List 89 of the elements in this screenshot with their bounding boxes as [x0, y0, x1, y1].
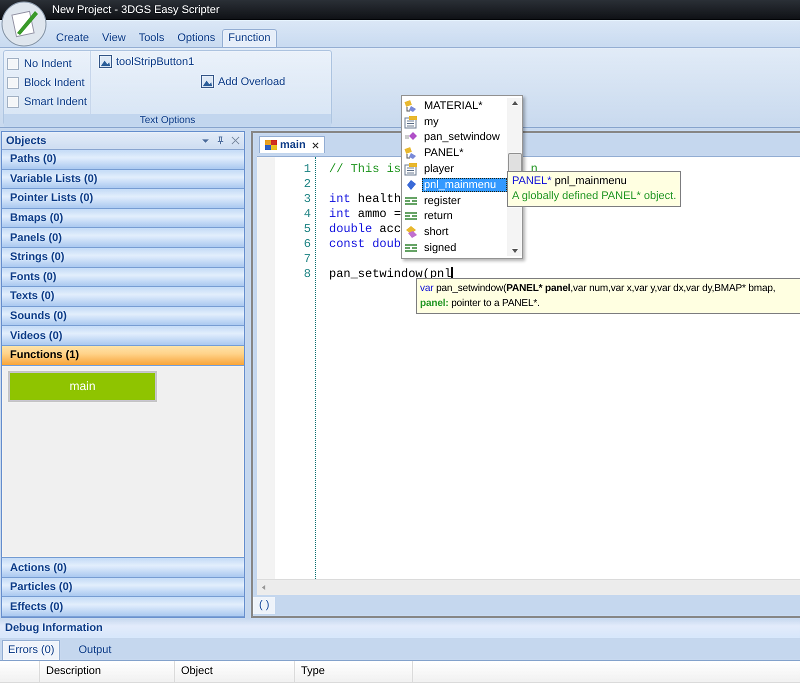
category-header[interactable]: Videos (0): [2, 326, 244, 346]
output-tab[interactable]: Output: [72, 640, 118, 660]
category-header[interactable]: Paths (0): [2, 150, 244, 170]
category-header[interactable]: Functions (1): [2, 346, 244, 366]
ribbon-tab[interactable]: Tools: [132, 29, 170, 47]
toolbar-button[interactable]: toolStripButton1: [96, 54, 196, 69]
autocomplete-item[interactable]: signed: [404, 240, 507, 256]
line-number: 5: [302, 222, 312, 237]
autocomplete-item[interactable]: return: [404, 208, 507, 224]
item-label: pnl_mainmenu: [422, 178, 507, 192]
checkbox[interactable]: [7, 76, 19, 88]
autocomplete-item[interactable]: register: [404, 192, 507, 209]
code-line: double acc: [329, 222, 402, 236]
category-header[interactable]: Panels (0): [2, 228, 244, 248]
code-line: int ammo =: [329, 207, 402, 221]
pin-icon[interactable]: [216, 136, 225, 145]
item-label: register: [423, 194, 462, 208]
picture-icon: [98, 55, 112, 68]
scroll-down-icon[interactable]: [510, 248, 518, 254]
line-number: 6: [302, 237, 312, 252]
line-number: 3: [302, 192, 312, 207]
autocomplete-item[interactable]: player: [404, 161, 507, 177]
output-tab[interactable]: Errors (0): [2, 640, 60, 660]
code-line: // This is: [329, 162, 402, 176]
item-label: my: [423, 114, 440, 129]
horizontal-scrollbar[interactable]: [257, 579, 800, 595]
close-icon[interactable]: [312, 142, 319, 148]
category-header[interactable]: Effects (0): [2, 597, 244, 617]
column-header[interactable]: Type: [295, 661, 413, 682]
category-header[interactable]: Sounds (0): [2, 306, 244, 326]
toolbar-button[interactable]: Add Overload: [198, 74, 288, 89]
ribbon-tab[interactable]: View: [96, 29, 132, 47]
item-label: player: [423, 162, 455, 176]
checkbox-option[interactable]: No Indent: [7, 55, 87, 72]
category-header[interactable]: Texts (0): [2, 287, 244, 307]
category-header[interactable]: Actions (0): [2, 558, 244, 578]
group-label: Text Options: [4, 114, 331, 127]
column-header[interactable]: Description: [40, 661, 175, 682]
category-header[interactable]: Strings (0): [2, 248, 244, 268]
checkbox[interactable]: [7, 58, 19, 70]
document-icon: [265, 139, 277, 151]
autocomplete-item[interactable]: short: [404, 224, 507, 240]
column-header[interactable]: Object: [175, 661, 295, 682]
category-header[interactable]: Particles (0): [2, 578, 244, 598]
tab-label: main: [280, 139, 306, 151]
field-icon: [404, 178, 418, 192]
line-number: 4: [302, 207, 312, 222]
debug-title: Debug Information: [0, 618, 800, 638]
category-header[interactable]: Fonts (0): [2, 268, 244, 288]
brace-indicator: ( ): [253, 597, 276, 614]
ribbon-tab[interactable]: Function: [222, 29, 276, 47]
category-header[interactable]: Pointer Lists (0): [2, 189, 244, 209]
structure-icon: [404, 162, 418, 176]
item-label: MATERIAL*: [423, 98, 484, 113]
scroll-up-icon[interactable]: [510, 100, 518, 106]
checkbox-option[interactable]: Smart Indent: [7, 93, 87, 110]
autocomplete-item[interactable]: MATERIAL*: [404, 98, 507, 114]
picture-icon: [200, 75, 214, 88]
code-line: int health: [329, 192, 402, 206]
member-description: A globally defined PANEL* object.: [512, 189, 676, 204]
class-icon: [404, 98, 418, 113]
line-number: 2: [302, 177, 312, 192]
item-label: short: [423, 225, 450, 240]
member-signature: PANEL* pnl_mainmenu: [512, 174, 628, 189]
structure-icon: [404, 114, 418, 129]
function-signature: var pan_setwindow(PANEL* panel,var num,var x,var y,var dx,var dy,BMAP* bmap,: [420, 282, 776, 296]
checkbox-option[interactable]: Block Indent: [7, 74, 87, 91]
item-label: pan_setwindow: [423, 130, 501, 144]
primitive-icon: [404, 225, 418, 240]
item-label: signed: [423, 241, 458, 256]
scroll-left-icon[interactable]: [261, 584, 266, 591]
code-line: pan_setwindow(pnl: [329, 267, 452, 281]
line-number: 1: [302, 162, 312, 177]
line-number: 8: [302, 267, 312, 282]
class-icon: [404, 146, 418, 160]
autocomplete-item[interactable]: my: [404, 114, 507, 130]
ribbon-tab[interactable]: Options: [171, 29, 222, 47]
checkbox[interactable]: [7, 96, 19, 108]
parameter-description: panel: pointer to a PANEL*.: [420, 297, 541, 311]
ribbon-tab[interactable]: Create: [50, 29, 96, 47]
item-label: return: [423, 209, 454, 224]
panel-title: Objects: [6, 134, 46, 146]
category-header[interactable]: Bmaps (0): [2, 208, 244, 228]
category-header[interactable]: Variable Lists (0): [2, 170, 244, 190]
window-title: New Project - 3DGS Easy Scripter: [52, 4, 220, 16]
code-line: const doub: [329, 237, 402, 251]
autocomplete-item[interactable]: pan_setwindow: [404, 130, 507, 146]
document-tab[interactable]: main: [259, 136, 325, 153]
line-number: 7: [302, 252, 312, 267]
